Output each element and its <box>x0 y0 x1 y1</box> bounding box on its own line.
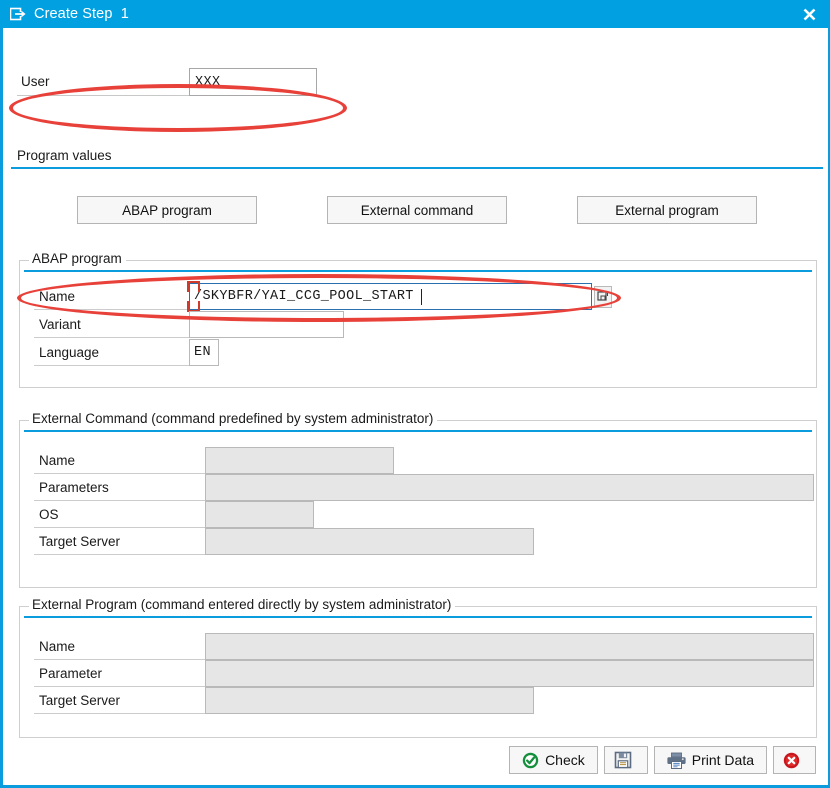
extcmd-parameters-label: Parameters <box>34 474 205 501</box>
abap-program-rule <box>24 270 812 272</box>
external-program-group: External Program (command entered direct… <box>19 597 817 738</box>
title-bar: Create Step 1 <box>0 0 830 28</box>
program-values-group: Program values ABAP program External com… <box>11 148 825 240</box>
extprog-name-label: Name <box>34 633 205 660</box>
mode-button-group: ABAP program External command External p… <box>11 196 825 224</box>
program-values-title: Program values <box>17 148 116 163</box>
extprog-parameter-row: Parameter <box>34 660 814 687</box>
close-icon[interactable] <box>794 1 824 27</box>
save-button[interactable] <box>603 746 648 774</box>
printer-icon <box>667 752 686 769</box>
abap-variant-row: Variant <box>34 311 354 338</box>
external-program-title: External Program (command entered direct… <box>29 597 456 612</box>
abap-name-row: Name /SKYBFR/YAI_CCG_POOL_START <box>34 281 644 312</box>
text-caret <box>420 288 422 305</box>
extcmd-name-input[interactable] <box>205 447 394 474</box>
extcmd-os-row: OS <box>34 501 314 528</box>
extprog-target-server-label: Target Server <box>34 687 205 714</box>
abap-language-row: Language EN <box>34 339 234 366</box>
print-data-button-label: Print Data <box>691 752 754 768</box>
extcmd-os-label: OS <box>34 501 205 528</box>
extcmd-target-server-row: Target Server <box>34 528 534 555</box>
abap-variant-label: Variant <box>34 311 189 338</box>
extcmd-os-input[interactable] <box>205 501 314 528</box>
external-command-group: External Command (command predefined by … <box>19 411 817 588</box>
extcmd-target-server-input[interactable] <box>205 528 534 555</box>
check-circle-icon <box>522 752 539 769</box>
abap-language-input[interactable]: EN <box>189 339 219 366</box>
value-help-icon[interactable] <box>594 285 612 308</box>
external-program-rule <box>24 616 812 618</box>
window-title: Create Step 1 <box>34 6 129 22</box>
save-floppy-icon <box>614 751 632 769</box>
abap-name-input[interactable]: /SKYBFR/YAI_CCG_POOL_START <box>187 281 592 312</box>
external-program-button[interactable]: External program <box>577 196 757 224</box>
extcmd-name-row: Name <box>34 447 394 474</box>
check-button[interactable]: Check <box>509 746 598 774</box>
user-input[interactable]: XXX <box>189 68 317 96</box>
dialog-toolbar: Check Print Data <box>3 745 828 775</box>
create-step-dialog: Create Step 1 User XXX Program values AB… <box>0 0 830 788</box>
cancel-circle-icon <box>783 752 800 769</box>
abap-name-value: /SKYBFR/YAI_CCG_POOL_START <box>194 289 414 304</box>
print-data-button[interactable]: Print Data <box>653 746 767 774</box>
abap-language-label: Language <box>34 339 189 366</box>
external-command-title: External Command (command predefined by … <box>29 411 438 426</box>
extcmd-target-server-label: Target Server <box>34 528 205 555</box>
external-command-rule <box>24 430 812 432</box>
extcmd-parameters-row: Parameters <box>34 474 814 501</box>
extcmd-name-label: Name <box>34 447 205 474</box>
external-command-button[interactable]: External command <box>327 196 507 224</box>
cancel-button[interactable] <box>773 746 816 774</box>
extprog-target-server-input[interactable] <box>205 687 534 714</box>
extprog-target-server-row: Target Server <box>34 687 534 714</box>
extprog-name-row: Name <box>34 633 814 660</box>
program-values-rule <box>11 167 823 169</box>
user-row: User XXX <box>17 68 327 96</box>
extprog-name-input[interactable] <box>205 633 814 660</box>
abap-variant-input[interactable] <box>189 311 344 338</box>
abap-program-group: ABAP program Name /SKYBFR/YAI_CCG_POOL_S… <box>19 251 817 388</box>
user-label: User <box>17 68 189 96</box>
step-arrow-icon <box>9 6 27 22</box>
abap-program-title: ABAP program <box>29 251 126 266</box>
dialog-content: User XXX Program values ABAP program Ext… <box>3 28 828 785</box>
extcmd-parameters-input[interactable] <box>205 474 814 501</box>
extprog-parameter-label: Parameter <box>34 660 205 687</box>
abap-program-button[interactable]: ABAP program <box>77 196 257 224</box>
extprog-parameter-input[interactable] <box>205 660 814 687</box>
check-button-label: Check <box>545 752 585 768</box>
abap-name-label: Name <box>34 283 189 310</box>
